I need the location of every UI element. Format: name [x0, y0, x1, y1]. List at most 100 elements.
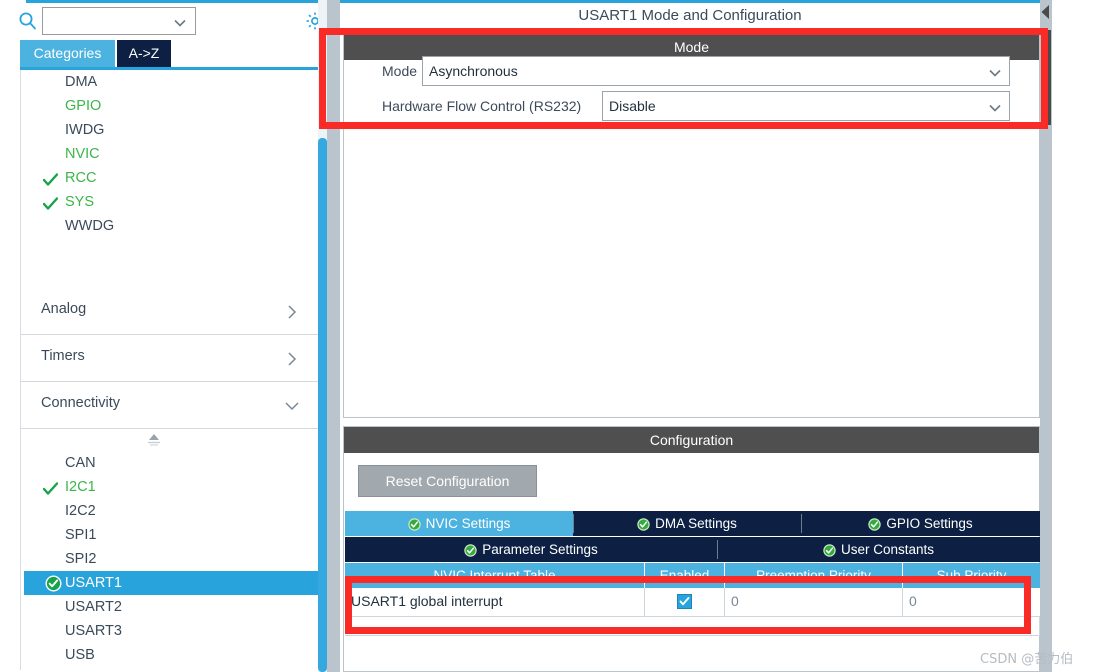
tab-user-constants[interactable]: User Constants [717, 537, 1040, 562]
peripheral-label: SPI1 [65, 527, 97, 543]
peripheral-label: USB [65, 647, 95, 663]
search-input[interactable] [47, 11, 172, 31]
hardware-flow-control-row: Hardware Flow Control (RS232) Disable [344, 91, 1041, 121]
reset-configuration-button[interactable]: Reset Configuration [358, 465, 537, 497]
mode-section: Mode Mode Asynchronous Hardware Flow Con… [343, 33, 1040, 418]
peripheral-list: DMA GPIO IWDG NVIC RCC SYS WWDG Analog T… [20, 70, 318, 670]
chevron-right-icon [284, 304, 300, 320]
cell-interrupt-name: USART1 global interrupt [345, 588, 645, 616]
collapse-left-arrow-icon[interactable] [1040, 2, 1052, 28]
config-tabs-row-2: Parameter Settings User Constants [345, 537, 1040, 562]
check-circle-icon [407, 514, 421, 539]
peripheral-label: NVIC [65, 146, 100, 162]
watermark: CSDN @苦力伯 [980, 652, 1074, 667]
tab-divider [801, 514, 802, 533]
table-empty-row [345, 617, 1040, 636]
peripheral-item-usart2[interactable]: USART2 [21, 595, 318, 619]
tab-label: Parameter Settings [482, 542, 598, 557]
sidebar-top-accent [26, 0, 318, 3]
peripheral-item-spi1[interactable]: SPI1 [21, 523, 318, 547]
hardware-flow-control-dropdown[interactable]: Disable [602, 91, 1010, 121]
peripheral-label: USART1 [65, 575, 122, 591]
tab-divider [717, 540, 718, 559]
group-label: Analog [41, 301, 87, 317]
tab-dma-settings[interactable]: DMA Settings [573, 511, 801, 536]
mode-dropdown[interactable]: Asynchronous [422, 56, 1010, 86]
tab-parameter-settings[interactable]: Parameter Settings [345, 537, 717, 562]
search-combo[interactable] [42, 7, 196, 35]
search-row [0, 4, 318, 38]
group-label: Connectivity [41, 395, 120, 411]
peripheral-item-usart1[interactable]: USART1 [24, 571, 318, 595]
peripheral-label: IWDG [65, 122, 105, 138]
hardware-flow-control-label: Hardware Flow Control (RS232) [382, 98, 582, 114]
tab-categories[interactable]: Categories [20, 40, 115, 67]
peripheral-item-usart3[interactable]: USART3 [21, 619, 318, 643]
column-header-preemption-priority: Preemption Priority [725, 563, 903, 588]
sidebar-tabs: Categories A->Z [20, 40, 318, 69]
peripheral-sidebar: Categories A->Z DMA GPIO IWDG NVIC RCC S… [0, 0, 318, 672]
check-circle-icon [464, 540, 477, 565]
search-icon [18, 11, 38, 31]
gear-icon[interactable] [305, 11, 318, 31]
tab-label: User Constants [840, 542, 935, 557]
peripheral-item-dma[interactable]: DMA [21, 70, 318, 94]
config-tabs-row-1: NVIC Settings DMA Settings GPIO Settings [345, 511, 1040, 536]
peripheral-label: USART2 [65, 599, 122, 615]
peripheral-label: DMA [65, 74, 98, 90]
tab-gpio-settings[interactable]: GPIO Settings [801, 511, 1040, 536]
cell-enabled[interactable] [645, 588, 725, 616]
peripheral-item-spi2[interactable]: SPI2 [21, 547, 318, 571]
hardware-flow-control-value: Disable [609, 98, 656, 114]
cell-sub-priority[interactable]: 0 [903, 588, 1040, 616]
enabled-checkbox[interactable] [677, 594, 692, 609]
tab-divider [573, 514, 574, 533]
peripheral-item-wwdg[interactable]: WWDG [21, 214, 318, 238]
check-circle-icon [45, 575, 62, 592]
column-header-interrupt: NVIC Interrupt Table [345, 563, 645, 588]
mode-dropdown-value: Asynchronous [429, 63, 518, 79]
peripheral-item-sys[interactable]: SYS [21, 190, 318, 214]
peripheral-label: WWDG [65, 218, 115, 234]
peripheral-item-iwdg[interactable]: IWDG [21, 118, 318, 142]
chevron-down-icon[interactable] [173, 16, 187, 28]
peripheral-item-gpio[interactable]: GPIO [21, 94, 318, 118]
peripheral-item-can[interactable]: CAN [21, 451, 318, 475]
table-row[interactable]: USART1 global interrupt 0 0 [345, 588, 1040, 617]
sidebar-group-analog[interactable]: Analog [21, 288, 318, 335]
tab-a-to-z[interactable]: A->Z [117, 40, 171, 67]
peripheral-item-i2c1[interactable]: I2C1 [21, 475, 318, 499]
peripheral-label: I2C1 [65, 479, 96, 495]
mode-field-label: Mode [382, 63, 418, 79]
configuration-section-header: Configuration [344, 427, 1039, 453]
scroll-up-indicator[interactable] [21, 429, 318, 451]
sidebar-scrollbar-thumb[interactable] [318, 138, 327, 672]
chevron-down-icon[interactable] [988, 101, 1002, 113]
chevron-down-icon[interactable] [988, 66, 1002, 78]
peripheral-label: RCC [65, 170, 97, 186]
peripheral-label: SPI2 [65, 551, 97, 567]
check-circle-icon [823, 540, 836, 565]
peripheral-item-i2c2[interactable]: I2C2 [21, 499, 318, 523]
sidebar-group-timers[interactable]: Timers [21, 335, 318, 382]
cell-preemption-priority[interactable]: 0 [725, 588, 903, 616]
peripheral-label: SYS [65, 194, 95, 210]
column-header-sub-priority: Sub Priority [936, 568, 1007, 583]
sidebar-group-connectivity[interactable]: Connectivity [21, 382, 318, 429]
mode-field-row: Mode Asynchronous [344, 56, 1041, 86]
pane-scrollbar-thumb[interactable] [1042, 30, 1051, 125]
column-header-enabled: Enabled [645, 563, 725, 588]
peripheral-item-rcc[interactable]: RCC [21, 166, 318, 190]
stm32cubemx-window: Categories A->Z DMA GPIO IWDG NVIC RCC S… [0, 0, 1098, 672]
page-title: USART1 Mode and Configuration [578, 7, 802, 24]
check-circle-icon [637, 514, 650, 539]
peripheral-item-nvic[interactable]: NVIC [21, 142, 318, 166]
chevron-down-icon [284, 398, 300, 414]
check-icon [42, 171, 59, 186]
tab-label: GPIO Settings [886, 516, 973, 531]
vertical-splitter[interactable] [327, 0, 340, 672]
peripheral-item-usb[interactable]: USB [21, 643, 318, 667]
tab-nvic-settings[interactable]: NVIC Settings [345, 511, 573, 536]
chevron-right-icon [284, 351, 300, 367]
tab-label: NVIC Settings [425, 516, 511, 531]
